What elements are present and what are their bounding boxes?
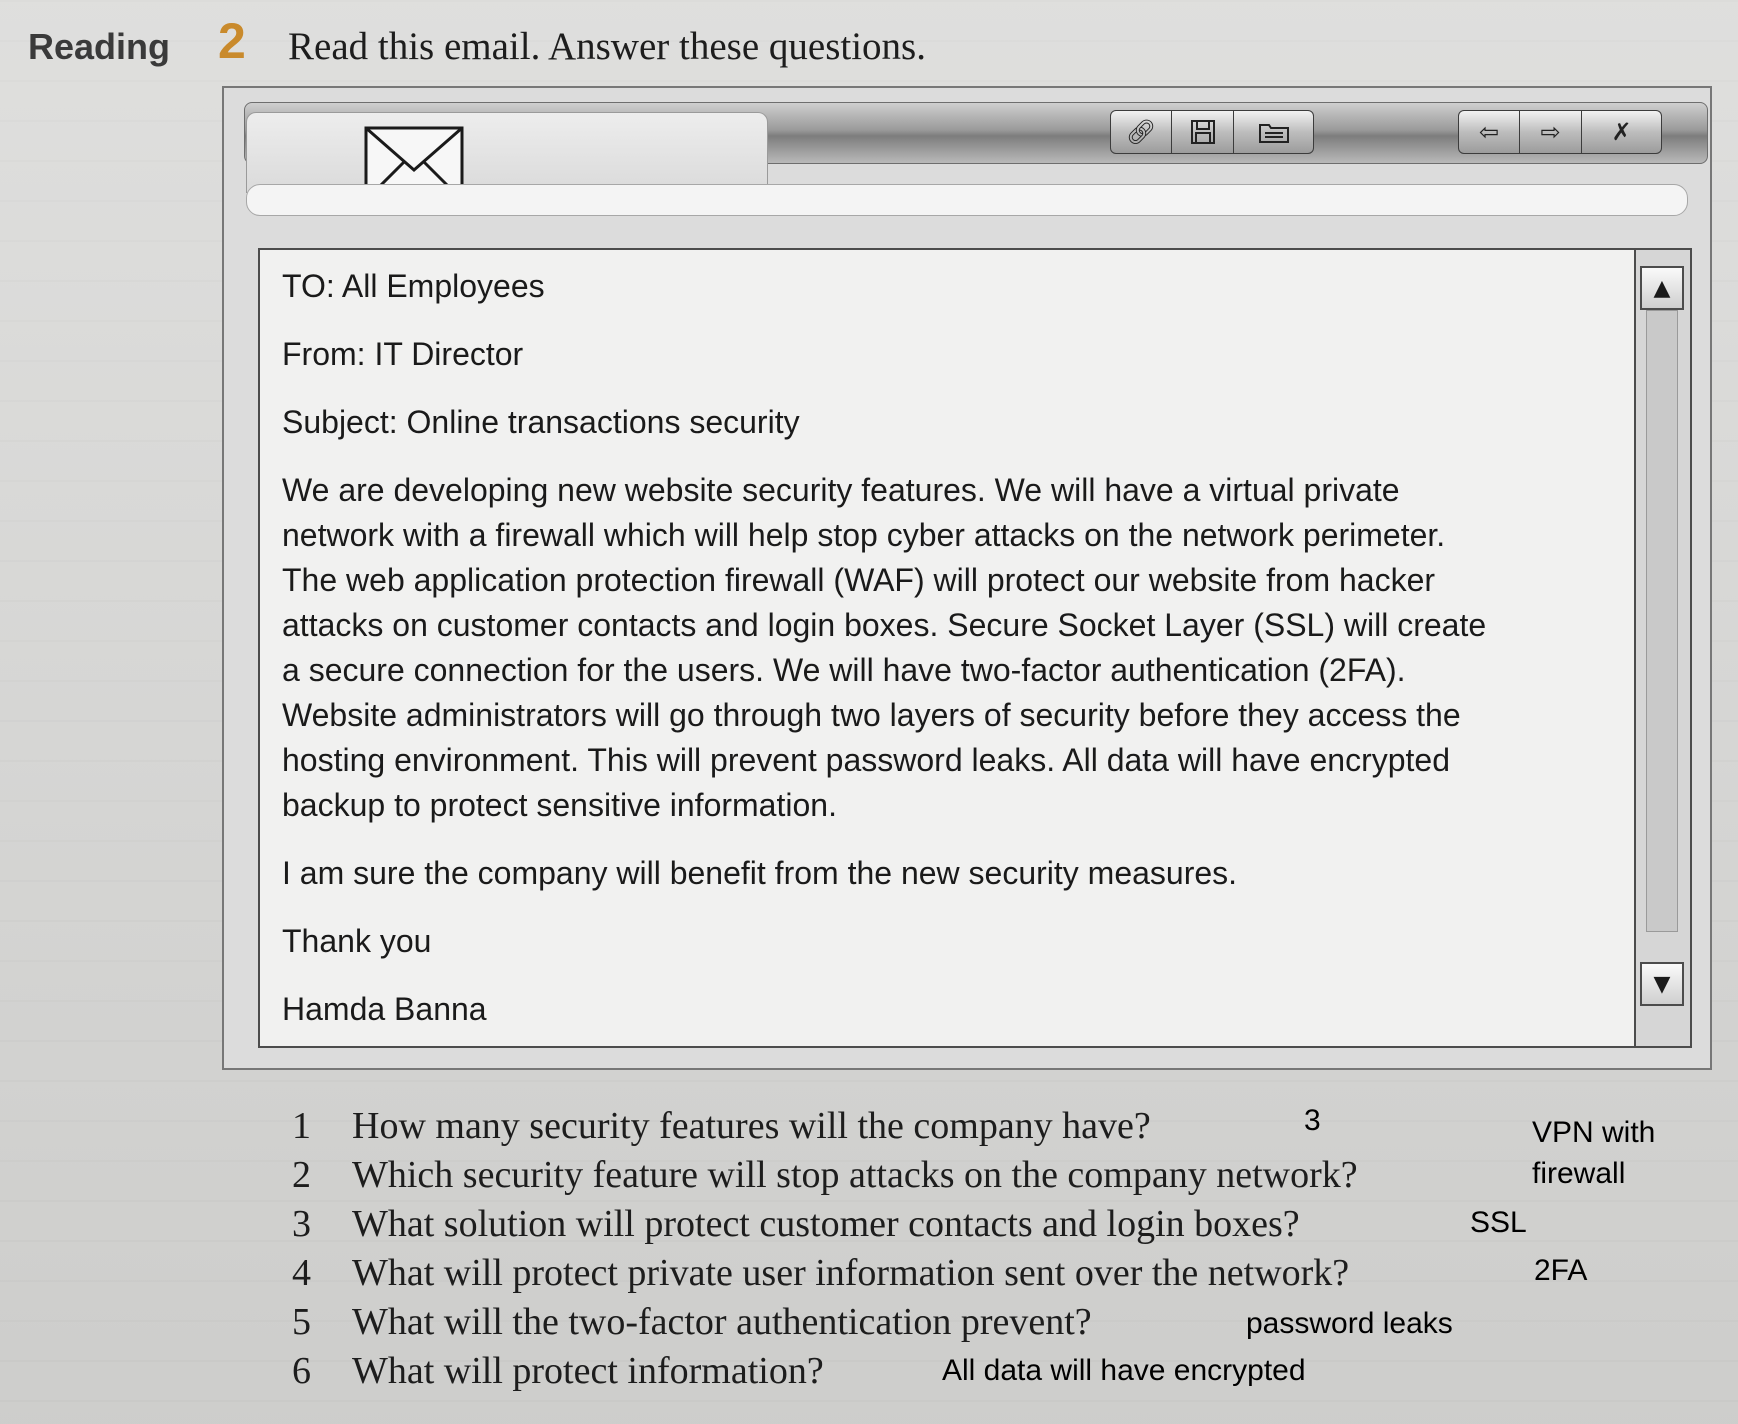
file-tool-group: 🔗︎	[1110, 110, 1314, 154]
folder-icon	[1258, 124, 1289, 143]
folder-button[interactable]	[1234, 110, 1314, 154]
email-body-line: attacks on customer contacts and login b…	[282, 607, 1487, 643]
save-icon	[1190, 120, 1215, 144]
answer-text: All data will have encrypted	[942, 1354, 1306, 1387]
instruction-text: Read this email. Answer these questions.	[288, 25, 926, 68]
answer-text: VPN with firewall	[1532, 1116, 1656, 1191]
close-icon: ✗	[1611, 118, 1632, 146]
question-number: 5	[292, 1301, 311, 1343]
task-number: 2	[218, 13, 246, 69]
email-body-line: backup to protect sensitive information.	[282, 787, 837, 823]
scroll-track[interactable]	[1646, 310, 1678, 932]
email-body-line: hosting environment. This will prevent p…	[282, 742, 1450, 778]
email-body-line: The web application protection firewall …	[282, 562, 1436, 598]
question-number: 1	[292, 1105, 311, 1147]
email-window: 🔗︎ ⇦ ⇨ ✗ TO: All Employees From: IT Dire…	[222, 86, 1712, 1070]
email-body-line: We are developing new website security f…	[282, 472, 1400, 508]
question-text: Which security feature will stop attacks…	[352, 1154, 1358, 1196]
answer-text: SSL	[1470, 1206, 1527, 1239]
link-icon: 🔗︎	[1125, 118, 1157, 146]
section-label: Reading	[28, 26, 171, 67]
message-scrollbar[interactable]: ▲ ▼	[1636, 248, 1692, 1048]
answer-text: 3	[1304, 1104, 1321, 1137]
email-closing: I am sure the company will benefit from …	[282, 855, 1238, 891]
email-signoff: Thank you	[282, 923, 432, 959]
question-number: 6	[292, 1350, 311, 1392]
question-number: 3	[292, 1203, 311, 1245]
scroll-up-button[interactable]: ▲	[1640, 266, 1684, 310]
question-text: What will protect private user informati…	[352, 1252, 1350, 1294]
email-from: From: IT Director	[282, 336, 524, 372]
address-strip	[246, 184, 1688, 216]
triangle-down-icon: ▼	[1653, 971, 1671, 997]
scroll-down-button[interactable]: ▼	[1640, 962, 1684, 1006]
nav-tool-group: ⇦ ⇨ ✗	[1458, 110, 1662, 154]
save-button[interactable]	[1172, 110, 1234, 154]
message-pane: TO: All Employees From: IT Director Subj…	[258, 248, 1636, 1048]
email-subject: Subject: Online transactions security	[282, 404, 800, 440]
email-tab	[246, 112, 768, 193]
back-arrow-icon: ⇦	[1478, 118, 1500, 146]
email-signature: Hamda Banna	[282, 991, 487, 1027]
email-body-line: Website administrators will go through t…	[282, 697, 1461, 733]
link-button[interactable]: 🔗︎	[1110, 110, 1172, 154]
question-text: What solution will protect customer cont…	[352, 1203, 1300, 1245]
email-to: TO: All Employees	[282, 268, 545, 304]
back-button[interactable]: ⇦	[1458, 110, 1520, 154]
question-number: 2	[292, 1154, 311, 1196]
answer-text: 2FA	[1534, 1254, 1588, 1287]
answer-text: password leaks	[1246, 1307, 1453, 1340]
question-number: 4	[292, 1252, 311, 1294]
forward-arrow-icon: ⇨	[1540, 118, 1561, 146]
triangle-up-icon: ▲	[1653, 275, 1671, 301]
forward-button[interactable]: ⇨	[1520, 110, 1582, 154]
question-text: What will protect information?	[352, 1350, 824, 1392]
email-body-line: a secure connection for the users. We wi…	[282, 652, 1406, 688]
question-text: How many security features will the comp…	[352, 1105, 1151, 1147]
question-text: What will the two-factor authentication …	[352, 1301, 1092, 1343]
email-body-line: network with a firewall which will help …	[282, 517, 1446, 553]
close-button[interactable]: ✗	[1582, 110, 1662, 154]
